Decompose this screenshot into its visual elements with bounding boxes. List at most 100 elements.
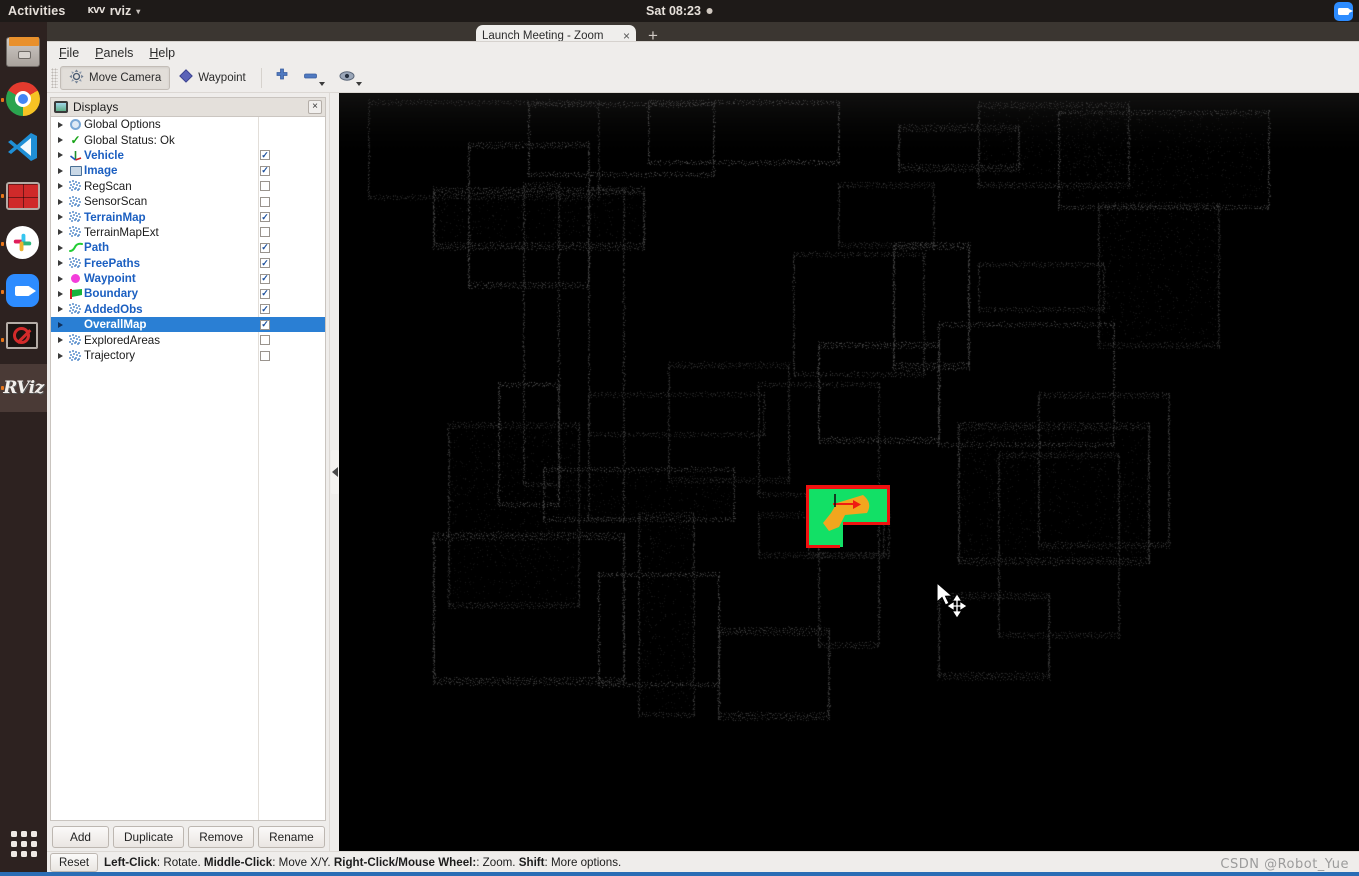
panel-splitter[interactable] [329, 93, 339, 851]
magenta-dot-icon [67, 274, 84, 283]
expand-arrow-icon[interactable] [54, 353, 67, 359]
show-applications-icon [11, 831, 37, 857]
add-button[interactable]: Add [52, 826, 109, 848]
menu-file[interactable]: File [59, 46, 79, 60]
show-applications-button[interactable] [0, 820, 47, 868]
display-visibility-checkbox[interactable] [260, 194, 270, 209]
move-camera-tool-button[interactable]: Move Camera [60, 66, 170, 90]
dock-item-files[interactable] [0, 28, 47, 76]
dock-item-slack[interactable] [0, 220, 47, 268]
display-visibility-checkbox[interactable] [260, 317, 270, 332]
display-item-trajectory[interactable]: Trajectory [51, 348, 325, 363]
expand-arrow-icon[interactable] [54, 229, 67, 235]
expand-arrow-icon[interactable] [54, 214, 67, 220]
chevron-down-icon[interactable] [356, 82, 362, 86]
display-visibility-checkbox[interactable] [260, 256, 270, 271]
display-item-terrainmap[interactable]: TerrainMap [51, 209, 325, 224]
expand-arrow-icon[interactable] [54, 152, 67, 158]
expand-arrow-icon[interactable] [54, 291, 67, 297]
heading-arrow-head [853, 500, 861, 509]
display-visibility-checkbox[interactable] [260, 240, 270, 255]
menu-help[interactable]: Help [149, 46, 175, 60]
monitor-icon [54, 101, 68, 113]
boundary-leg-left [806, 522, 809, 547]
move-camera-icon [69, 69, 84, 87]
dock-item-visual-studio-code[interactable] [0, 124, 47, 172]
pointcloud-icon [67, 196, 84, 208]
expand-arrow-icon[interactable] [54, 199, 67, 205]
mouse-hint-text: Left-Click: Rotate. Middle-Click: Move X… [104, 856, 621, 869]
display-item-freepaths[interactable]: FreePaths [51, 256, 325, 271]
dock-item-zoom[interactable] [0, 268, 47, 316]
display-visibility-checkbox[interactable] [260, 225, 270, 240]
dock-item-terminal[interactable] [0, 172, 47, 220]
displays-tree[interactable]: Global Options✓Global Status: OkVehicle I… [51, 117, 325, 820]
display-item-regscan[interactable]: RegScan [51, 179, 325, 194]
display-item-path[interactable]: Path [51, 240, 325, 255]
display-item-boundary[interactable]: Boundary [51, 286, 325, 301]
display-visibility-checkbox[interactable] [260, 332, 270, 347]
waypoint-diamond-icon [179, 69, 193, 86]
display-item-exploredareas[interactable]: ExploredAreas [51, 332, 325, 347]
display-item-image[interactable]: Image [51, 163, 325, 178]
display-item-label: OverallMap [84, 318, 325, 331]
displays-panel: Displays × Global Options ✓ Global Status:… [50, 97, 326, 821]
focus-camera-button[interactable] [332, 66, 369, 90]
expand-arrow-icon[interactable] [54, 245, 67, 251]
dock-item-terminal-blocked[interactable] [0, 316, 47, 364]
chevron-down-icon[interactable] [319, 82, 325, 86]
display-visibility-checkbox[interactable] [260, 179, 270, 194]
display-visibility-checkbox[interactable] [260, 209, 270, 224]
activities-button[interactable]: Activities [0, 4, 66, 18]
toolbar-grip[interactable] [51, 68, 58, 88]
display-item-terrainmapext[interactable]: TerrainMapExt [51, 225, 325, 240]
dock-item-rviz[interactable]: RViz [0, 364, 47, 412]
pointcloud-icon [67, 226, 84, 238]
display-item-global-options[interactable]: Global Options [51, 117, 325, 132]
display-visibility-checkbox[interactable] [260, 302, 270, 317]
display-visibility-checkbox[interactable] [260, 348, 270, 363]
displays-panel-title-bar: Displays × [51, 98, 325, 117]
display-visibility-checkbox[interactable] [260, 148, 270, 163]
display-item-vehicle[interactable]: Vehicle [51, 148, 325, 163]
zoom-tray-icon[interactable] [1334, 2, 1353, 21]
display-item-waypoint[interactable]: Waypoint [51, 271, 325, 286]
waypoint-tool-button[interactable]: Waypoint [170, 66, 255, 90]
remove-tool-button[interactable] [296, 66, 332, 90]
rviz-window: File Panels Help Move Camera Waypoint Di… [47, 41, 1359, 876]
gnome-top-bar: Activities KVV rviz ▾ Sat 08:23 [0, 0, 1359, 22]
expand-arrow-icon[interactable] [54, 168, 67, 174]
hint-part-5: : Zoom. [476, 856, 519, 869]
displays-panel-buttons: Add Duplicate Remove Rename [50, 821, 326, 851]
display-visibility-checkbox[interactable] [260, 163, 270, 178]
duplicate-button[interactable]: Duplicate [113, 826, 184, 848]
expand-arrow-icon[interactable] [54, 260, 67, 266]
remove-button[interactable]: Remove [188, 826, 254, 848]
expand-arrow-icon[interactable] [54, 306, 67, 312]
expand-arrow-icon[interactable] [54, 122, 67, 128]
expand-arrow-icon[interactable] [54, 183, 67, 189]
collapse-panel-handle[interactable] [331, 450, 339, 494]
dock-item-google-chrome[interactable] [0, 76, 47, 124]
menu-panels[interactable]: Panels [95, 46, 133, 60]
expand-arrow-icon[interactable] [54, 322, 67, 328]
pointcloud-map [339, 93, 1359, 851]
expand-arrow-icon[interactable] [54, 276, 67, 282]
display-item-overallmap[interactable]: OverallMap [51, 317, 325, 332]
display-item-sensorscan[interactable]: SensorScan [51, 194, 325, 209]
display-item-label: Global Options [84, 118, 325, 131]
app-menu[interactable]: KVV rviz ▾ [88, 4, 141, 18]
add-tool-button[interactable] [268, 66, 296, 90]
display-visibility-checkbox[interactable] [260, 271, 270, 286]
display-visibility-checkbox[interactable] [260, 286, 270, 301]
expand-arrow-icon[interactable] [54, 337, 67, 343]
display-item-global-status-ok[interactable]: ✓ Global Status: Ok [51, 132, 325, 147]
reset-button[interactable]: Reset [50, 853, 98, 872]
expand-arrow-icon[interactable] [54, 137, 67, 143]
rename-button[interactable]: Rename [258, 826, 325, 848]
clock[interactable]: Sat 08:23 [646, 4, 713, 18]
display-item-addedobs[interactable]: AddedObs [51, 302, 325, 317]
close-icon[interactable]: × [308, 100, 322, 114]
boundary-right [887, 485, 890, 524]
render-viewport[interactable] [339, 93, 1359, 851]
